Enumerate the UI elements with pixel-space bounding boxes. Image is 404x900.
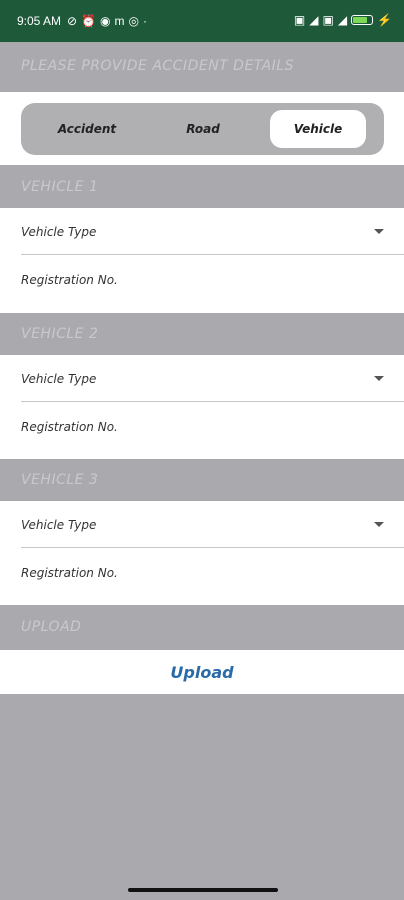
tab-road[interactable]: Road	[151, 110, 255, 148]
vo-lte-icon: ▣	[322, 13, 334, 27]
vehicle-2-type-label: Vehicle Type	[21, 372, 97, 386]
upload-button[interactable]: Upload	[0, 650, 404, 694]
home-indicator[interactable]	[128, 888, 278, 892]
chevron-down-icon	[374, 376, 384, 381]
status-right: ▣ ◢ ▣ ◢ ⚡	[294, 14, 392, 26]
page-title: PLEASE PROVIDE ACCIDENT DETAILS	[0, 45, 404, 87]
charging-icon: ⚡	[377, 13, 392, 27]
divider	[21, 254, 404, 255]
section-upload: UPLOAD	[0, 606, 404, 648]
vehicle-1-registration-label: Registration No.	[21, 273, 118, 287]
vehicle-3-registration-field[interactable]: Registration No.	[0, 550, 404, 596]
vehicle-2-registration-label: Registration No.	[21, 420, 118, 434]
section-vehicle-3: VEHICLE 3	[0, 459, 404, 501]
vo-lte-icon: ▣	[293, 13, 306, 27]
signal-icon: ◢	[309, 13, 319, 27]
status-time: 9:05 AM	[17, 14, 62, 28]
tab-accident[interactable]: Accident	[35, 110, 139, 148]
section-vehicle-2: VEHICLE 2	[0, 313, 404, 355]
tab-vehicle[interactable]: Vehicle	[270, 110, 366, 148]
signal-icon: ◢	[337, 13, 348, 27]
instagram-icon: ◎	[128, 14, 140, 28]
vehicle-2-registration-field[interactable]: Registration No.	[0, 404, 404, 450]
vehicle-2-type-dropdown[interactable]: Vehicle Type	[0, 356, 404, 402]
battery-icon	[351, 15, 374, 25]
vehicle-3-registration-label: Registration No.	[21, 566, 118, 580]
segmented-control: Accident Road Vehicle	[21, 103, 384, 155]
vehicle-1-registration-field[interactable]: Registration No.	[0, 257, 404, 303]
vehicle-1-type-dropdown[interactable]: Vehicle Type	[0, 209, 404, 255]
mute-icon: ⊘	[67, 14, 78, 28]
m-icon: m	[114, 14, 125, 28]
chevron-down-icon	[374, 522, 384, 527]
vehicle-1-type-label: Vehicle Type	[21, 225, 97, 239]
section-vehicle-1: VEHICLE 1	[0, 166, 404, 208]
status-left: 9:05 AM ⊘ ⏰ ◉ m ◎ ·	[17, 14, 147, 28]
vehicle-3-type-label: Vehicle Type	[21, 518, 97, 532]
alarm-icon: ⏰	[81, 14, 97, 28]
status-bar: 9:05 AM ⊘ ⏰ ◉ m ◎ · ▣ ◢ ▣ ◢ ⚡	[0, 0, 404, 42]
vehicle-3-type-dropdown[interactable]: Vehicle Type	[0, 502, 404, 548]
dot-icon: ·	[143, 14, 148, 28]
chevron-down-icon	[374, 229, 384, 234]
divider	[21, 547, 404, 548]
divider	[21, 401, 404, 402]
app-icon: ◉	[100, 14, 111, 28]
